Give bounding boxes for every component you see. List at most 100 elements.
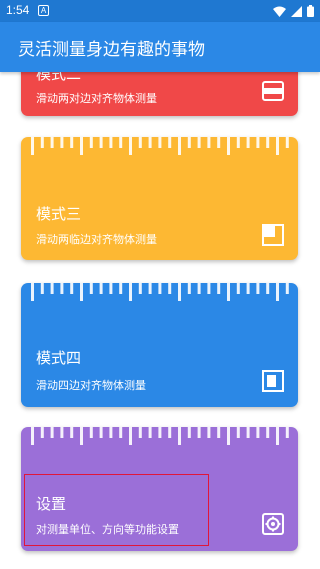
ruler-tick	[207, 283, 211, 294]
ruler-tick	[266, 137, 270, 148]
ruler-tick	[187, 283, 191, 294]
ruler-tick	[276, 427, 279, 445]
ruler-tick	[168, 137, 172, 148]
ruler-tick	[89, 427, 93, 438]
two-edge-icon	[262, 81, 284, 101]
ruler-tick	[99, 427, 103, 438]
ruler-tick	[197, 427, 201, 438]
status-time: 1:54	[6, 3, 30, 17]
ruler-tick	[89, 283, 93, 294]
status-bar: 1:54 A	[0, 0, 320, 22]
ruler-tick	[217, 427, 221, 438]
ruler-tick	[138, 427, 142, 438]
ruler-tick	[138, 137, 142, 148]
ruler-tick	[119, 427, 123, 438]
ruler-tick	[60, 427, 64, 438]
ruler-tick	[40, 137, 44, 148]
ruler-tick	[31, 137, 34, 155]
ruler-tick	[109, 137, 113, 148]
ruler-tick	[129, 283, 132, 301]
mode-two-card[interactable]: 模式二 滑动两对边对齐物体测量	[21, 72, 298, 116]
status-icons	[273, 5, 314, 17]
ruler-tick	[70, 137, 74, 148]
mode-four-card[interactable]: 模式四 滑动四边对齐物体测量	[21, 283, 298, 407]
ruler-tick	[31, 283, 34, 301]
four-edge-icon	[262, 370, 284, 392]
ruler-tick	[40, 283, 44, 294]
ruler-tick	[197, 283, 201, 294]
ruler-tick	[246, 283, 250, 294]
ruler-ticks	[31, 427, 289, 445]
ruler-tick	[119, 137, 123, 148]
ruler-tick	[50, 283, 54, 294]
ruler-tick	[158, 427, 162, 438]
ruler-tick	[50, 137, 54, 148]
ruler-tick	[217, 283, 221, 294]
card-title: 模式二	[36, 72, 82, 83]
ruler-tick	[148, 283, 152, 294]
ruler-tick	[227, 283, 230, 301]
ruler-tick	[276, 137, 279, 155]
ruler-tick	[246, 137, 250, 148]
ruler-tick	[158, 137, 162, 148]
ruler-tick	[99, 137, 103, 148]
card-desc: 滑动两对边对齐物体测量	[36, 92, 157, 105]
settings-icon	[262, 513, 284, 535]
ruler-tick	[236, 427, 240, 438]
ruler-tick	[168, 427, 172, 438]
ruler-ticks	[31, 137, 289, 155]
battery-icon	[307, 5, 314, 17]
ruler-tick	[207, 137, 211, 148]
card-title: 模式四	[36, 349, 82, 367]
page-title: 灵活测量身边有趣的事物	[18, 40, 205, 60]
ruler-tick	[187, 427, 191, 438]
ruler-tick	[227, 137, 230, 155]
ruler-tick	[266, 427, 270, 438]
ruler-tick	[70, 427, 74, 438]
ruler-tick	[187, 137, 191, 148]
ruler-tick	[285, 137, 289, 148]
ruler-tick	[197, 137, 201, 148]
selection-highlight	[24, 474, 209, 546]
ruler-tick	[80, 283, 83, 301]
card-desc: 滑动两临边对齐物体测量	[36, 233, 157, 246]
ruler-tick	[148, 427, 152, 438]
ruler-tick	[217, 137, 221, 148]
ruler-tick	[178, 283, 181, 301]
ruler-tick	[158, 283, 162, 294]
ruler-tick	[266, 283, 270, 294]
ruler-tick	[207, 427, 211, 438]
ruler-tick	[80, 427, 83, 445]
ruler-ticks	[31, 283, 289, 301]
ruler-tick	[129, 427, 132, 445]
ruler-tick	[129, 137, 132, 155]
ruler-tick	[70, 283, 74, 294]
ruler-tick	[236, 283, 240, 294]
ruler-tick	[40, 427, 44, 438]
notification-icon: A	[38, 5, 49, 16]
card-title: 模式三	[36, 205, 82, 223]
ruler-tick	[99, 283, 103, 294]
ruler-tick	[256, 427, 260, 438]
ruler-tick	[148, 137, 152, 148]
ruler-tick	[276, 283, 279, 301]
ruler-tick	[178, 137, 181, 155]
card-desc: 滑动四边对齐物体测量	[36, 379, 146, 392]
wifi-icon	[273, 6, 286, 17]
ruler-tick	[246, 427, 250, 438]
ruler-tick	[178, 427, 181, 445]
ruler-tick	[60, 137, 64, 148]
ruler-tick	[285, 283, 289, 294]
ruler-tick	[50, 427, 54, 438]
signal-icon	[291, 5, 302, 17]
ruler-tick	[89, 137, 93, 148]
ruler-tick	[109, 427, 113, 438]
ruler-tick	[60, 283, 64, 294]
ruler-tick	[31, 427, 34, 445]
ruler-tick	[109, 283, 113, 294]
ruler-tick	[256, 137, 260, 148]
ruler-tick	[236, 137, 240, 148]
ruler-tick	[227, 427, 230, 445]
ruler-tick	[138, 283, 142, 294]
mode-three-card[interactable]: 模式三 滑动两临边对齐物体测量	[21, 137, 298, 260]
